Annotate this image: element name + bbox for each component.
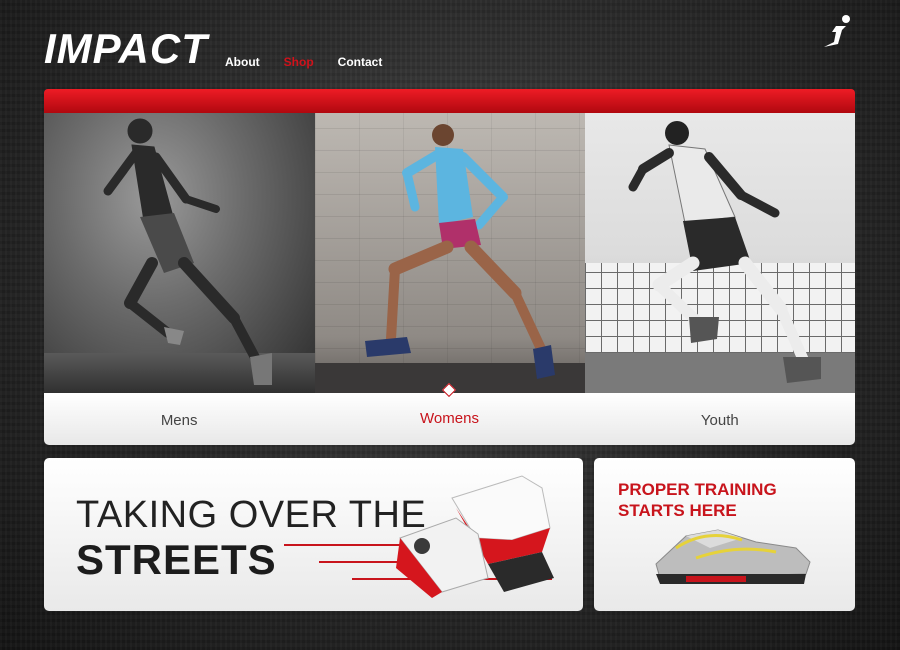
training-headline: PROPER TRAINING STARTS HERE <box>618 480 777 520</box>
runner-i-icon[interactable] <box>822 14 854 48</box>
womens-runner-photo[interactable] <box>315 113 585 393</box>
site-header: IMPACT About Shop Contact <box>0 0 900 85</box>
nav-shop-link[interactable]: Shop <box>284 55 314 69</box>
mens-runner-photo[interactable] <box>44 113 315 393</box>
streets-promo-banner[interactable]: TAKING OVER THE STREETS <box>44 458 583 611</box>
nav-about-link[interactable]: About <box>225 55 260 69</box>
nav-contact-link[interactable]: Contact <box>338 55 383 69</box>
red-white-sneakers-photo <box>396 475 554 598</box>
tab-youth[interactable]: Youth <box>585 393 855 445</box>
hero-panels <box>44 113 855 393</box>
training-promo-card[interactable]: PROPER TRAINING STARTS HERE <box>594 458 855 611</box>
tab-womens[interactable]: Womens <box>314 382 584 445</box>
youth-runner-photo[interactable] <box>585 113 855 393</box>
mens-runner-figure <box>103 118 272 385</box>
main-nav: About Shop Contact <box>225 55 382 69</box>
site-logo[interactable]: IMPACT <box>44 26 208 72</box>
silver-yellow-sneaker-photo <box>655 529 811 584</box>
hero-top-bar <box>44 89 855 113</box>
tab-womens-label: Womens <box>420 410 479 427</box>
youth-runner-figure <box>628 121 821 383</box>
womens-runner-figure <box>365 124 555 379</box>
category-tabs: Mens Womens Youth <box>44 382 855 445</box>
tab-mens[interactable]: Mens <box>44 393 314 445</box>
